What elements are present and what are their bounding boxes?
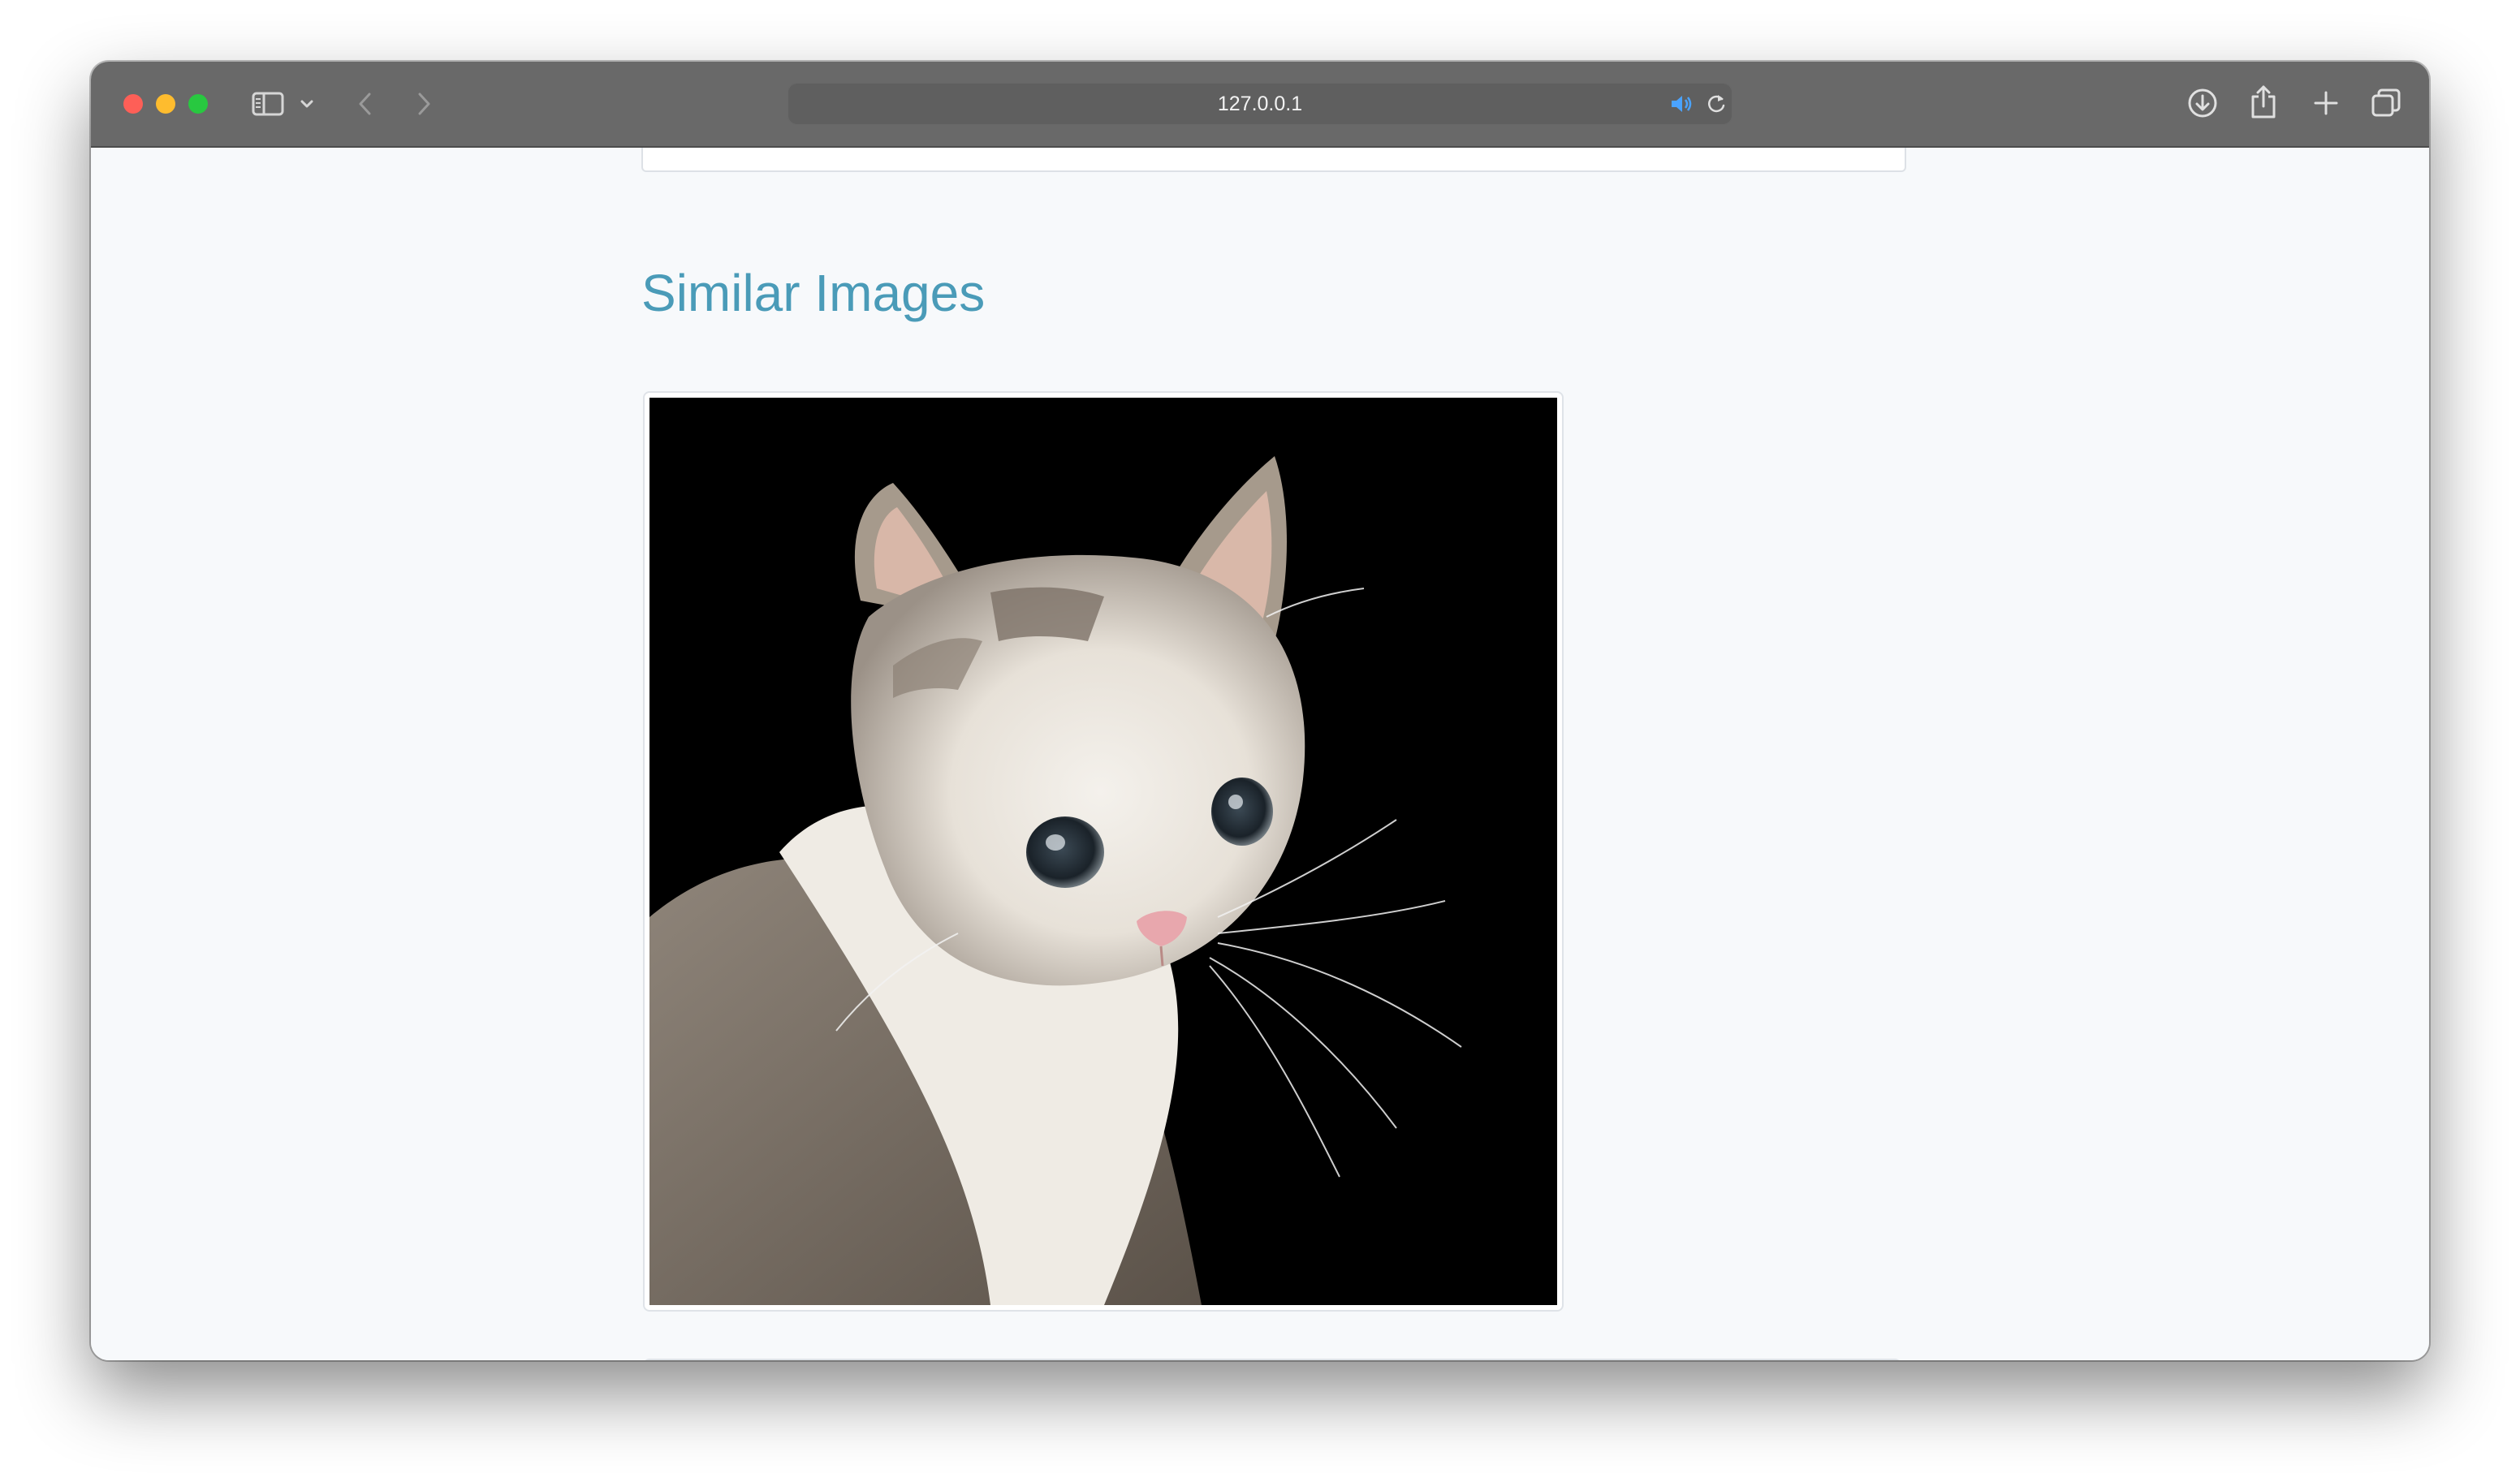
cat-photo[interactable] <box>649 398 1557 1305</box>
section-title: Similar Images <box>641 264 986 322</box>
similar-image-card[interactable] <box>643 1359 1901 1360</box>
address-bar[interactable]: 127.0.0.1 <box>788 83 1732 125</box>
page-content: Similar Images <box>91 148 2429 1360</box>
browser-toolbar: 127.0.0.1 <box>91 62 2429 148</box>
zoom-window-button[interactable] <box>188 94 208 114</box>
chevron-left-icon[interactable] <box>352 89 378 118</box>
chevron-down-icon[interactable] <box>297 94 317 114</box>
speaker-icon[interactable] <box>1669 93 1694 115</box>
tab-overview-icon[interactable] <box>2369 86 2403 120</box>
previous-card <box>641 148 1906 172</box>
minimize-window-button[interactable] <box>156 94 175 114</box>
sidebar-icon[interactable] <box>250 89 286 118</box>
download-icon[interactable] <box>2186 86 2220 120</box>
reload-icon[interactable] <box>1705 93 1728 115</box>
plus-icon[interactable] <box>2311 88 2341 118</box>
share-icon[interactable] <box>2247 83 2280 120</box>
close-window-button[interactable] <box>123 94 143 114</box>
similar-image-card[interactable] <box>643 391 1564 1312</box>
chevron-right-icon[interactable] <box>411 89 437 118</box>
browser-window: 127.0.0.1 Similar Images <box>91 62 2429 1360</box>
url-text: 127.0.0.1 <box>1217 93 1303 115</box>
